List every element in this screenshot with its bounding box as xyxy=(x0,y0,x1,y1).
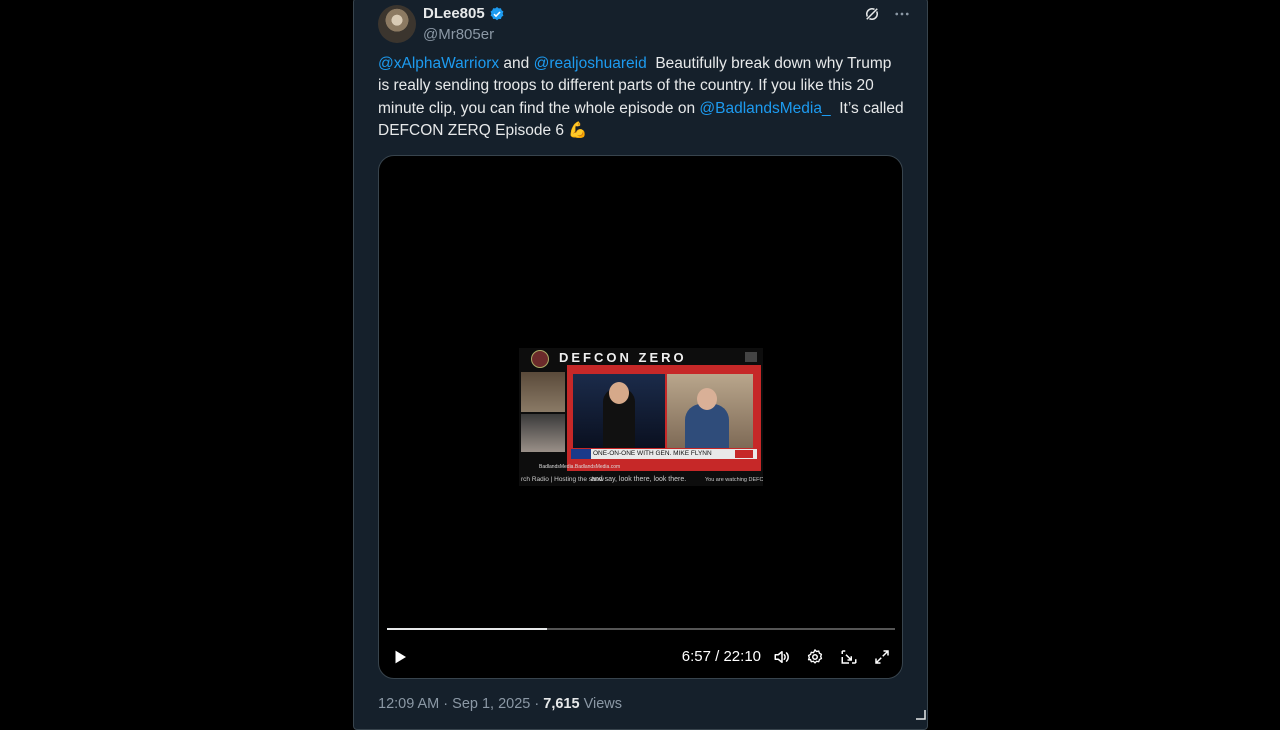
meta-separator: · xyxy=(439,696,453,712)
verified-badge-icon xyxy=(490,7,504,21)
network-tag xyxy=(571,449,591,459)
mention-badlandsmedia[interactable]: @BadlandsMedia_ xyxy=(699,100,830,117)
volume-icon[interactable] xyxy=(773,648,791,666)
flexed-biceps-emoji: 💪 xyxy=(568,121,588,139)
play-icon[interactable] xyxy=(391,648,409,666)
tweet-date[interactable]: Sep 1, 2025 xyxy=(452,696,530,712)
thumbnail-title: DEFCON ZERO xyxy=(559,350,687,365)
author-display-name-row[interactable]: DLee805 xyxy=(423,5,505,23)
host-camera-1 xyxy=(521,372,565,412)
pip-icon[interactable] xyxy=(840,648,858,666)
host-camera-2 xyxy=(521,414,565,452)
guest-face xyxy=(697,388,717,410)
tweet-time[interactable]: 12:09 AM xyxy=(378,696,439,712)
tweet-text: @xAlphaWarriorx and @realjoshuareid Beau… xyxy=(378,53,905,142)
lower-third-text: ONE-ON-ONE WITH GEN. MIKE FLYNN xyxy=(593,450,712,457)
views-count[interactable]: 7,615 xyxy=(543,696,579,712)
guest-figure xyxy=(685,404,729,448)
video-frame[interactable]: DEFCON ZERO ONE-ON-ONE WITH GEN. MIKE FL… xyxy=(519,348,763,486)
header-actions xyxy=(863,5,911,23)
settings-icon[interactable] xyxy=(806,648,824,666)
thumbnail-logo-left xyxy=(531,350,549,368)
grok-icon[interactable] xyxy=(863,5,881,23)
broadcast-right-panel xyxy=(667,374,753,448)
progress-fill xyxy=(387,628,547,630)
lower-third-banner: ONE-ON-ONE WITH GEN. MIKE FLYNN xyxy=(571,449,757,459)
fullscreen-icon[interactable] xyxy=(873,648,891,666)
ticker-caption: and say, look there, look there. xyxy=(591,476,687,483)
resize-corner-icon xyxy=(916,710,926,720)
author-handle[interactable]: @Mr805er xyxy=(423,25,505,45)
avatar[interactable] xyxy=(378,5,416,43)
tweet-text-and: and xyxy=(499,55,534,72)
broadcast-left-panel xyxy=(573,374,665,448)
mention-xalphawarriorx[interactable]: @xAlphaWarriorx xyxy=(378,55,499,72)
thumbnail-logo-right xyxy=(745,352,757,362)
progress-bar[interactable] xyxy=(387,628,895,630)
author-display-name[interactable]: DLee805 xyxy=(423,5,485,23)
tweet-meta: 12:09 AM · Sep 1, 2025 · 7,615 Views xyxy=(378,694,622,714)
video-controls: 6:57 / 22:10 xyxy=(379,644,902,670)
more-icon[interactable] xyxy=(893,5,911,23)
time-display: 6:57 / 22:10 xyxy=(681,648,761,665)
meta-separator-2: · xyxy=(530,696,544,712)
views-label: Views xyxy=(579,696,623,712)
ticker-right: You are watching DEFCON ZERO xyxy=(705,477,763,483)
tweet-card: DLee805 @Mr805er @xAlphaWarriorx and @re… xyxy=(353,0,928,730)
author-names: DLee805 @Mr805er xyxy=(423,5,505,45)
thumbnail-ticker: rch Radio | Hosting the show and say, lo… xyxy=(519,474,763,486)
tweet-header: DLee805 @Mr805er xyxy=(378,5,911,45)
live-badge xyxy=(735,450,753,458)
mention-realjoshuareid[interactable]: @realjoshuareid xyxy=(534,55,647,72)
thumbnail-watermark: BadlandsMedia.BadlandsMedia.com xyxy=(539,464,621,470)
anchor-face xyxy=(609,382,629,404)
video-player[interactable]: DEFCON ZERO ONE-ON-ONE WITH GEN. MIKE FL… xyxy=(378,155,903,679)
